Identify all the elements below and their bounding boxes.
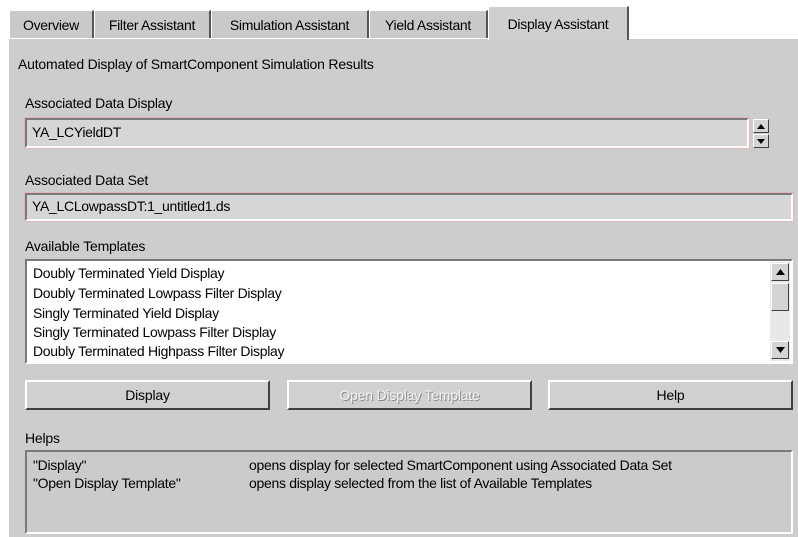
tab-yield-assistant[interactable]: Yield Assistant — [369, 10, 488, 38]
tab-overview[interactable]: Overview — [9, 10, 94, 38]
tab-label: Simulation Assistant — [229, 16, 350, 33]
display-button[interactable]: Display — [25, 380, 270, 410]
open-display-template-button[interactable]: Open Display Template — [287, 380, 532, 410]
associated-data-set-value: YA_LCLowpassDT:1_untitled1.ds — [32, 198, 231, 214]
helps-label: Helps — [25, 430, 60, 446]
spin-up-button[interactable] — [753, 119, 769, 133]
arrow-up-icon — [757, 123, 765, 129]
list-item[interactable]: Singly Terminated Lowpass Filter Display — [33, 324, 276, 340]
tab-label: Overview — [23, 16, 79, 33]
scroll-up-button[interactable] — [771, 263, 789, 281]
associated-data-display-label: Associated Data Display — [25, 95, 173, 111]
available-templates-label: Available Templates — [25, 238, 146, 254]
tab-label: Yield Assistant — [384, 16, 472, 33]
help-key-display: "Display" — [33, 457, 87, 473]
help-key-open-template: "Open Display Template" — [33, 475, 181, 491]
tab-simulation-assistant[interactable]: Simulation Assistant — [211, 10, 369, 38]
list-item[interactable]: Doubly Terminated Highpass Filter Displa… — [33, 343, 285, 359]
arrow-down-icon — [775, 347, 785, 353]
tab-display-assistant[interactable]: Display Assistant — [488, 6, 629, 40]
tab-filter-assistant[interactable]: Filter Assistant — [94, 10, 211, 38]
help-text-display: opens display for selected SmartComponen… — [249, 457, 672, 473]
helps-box: "Display" opens display for selected Sma… — [25, 450, 793, 534]
list-item[interactable]: Doubly Terminated Yield Display — [33, 265, 225, 281]
associated-data-display-value: YA_LCYieldDT — [32, 124, 121, 140]
panel-description: Automated Display of SmartComponent Simu… — [18, 56, 374, 72]
available-templates-list[interactable]: Doubly Terminated Yield Display Doubly T… — [25, 259, 793, 364]
tab-label: Display Assistant — [507, 15, 609, 32]
list-item[interactable]: Singly Terminated Yield Display — [33, 305, 219, 321]
help-button[interactable]: Help — [548, 380, 793, 410]
associated-data-display-field[interactable]: YA_LCYieldDT — [24, 117, 750, 149]
tab-label: Filter Assistant — [108, 16, 196, 33]
associated-data-set-label: Associated Data Set — [25, 172, 149, 188]
spin-down-button[interactable] — [753, 134, 769, 148]
scroll-thumb[interactable] — [771, 283, 789, 311]
arrow-down-icon — [757, 138, 765, 144]
arrow-up-icon — [775, 269, 785, 275]
associated-data-set-field[interactable]: YA_LCLowpassDT:1_untitled1.ds — [24, 192, 794, 222]
list-item[interactable]: Doubly Terminated Lowpass Filter Display — [33, 285, 282, 301]
help-text-open-template: opens display selected from the list of … — [249, 475, 592, 491]
scroll-down-button[interactable] — [771, 341, 789, 359]
